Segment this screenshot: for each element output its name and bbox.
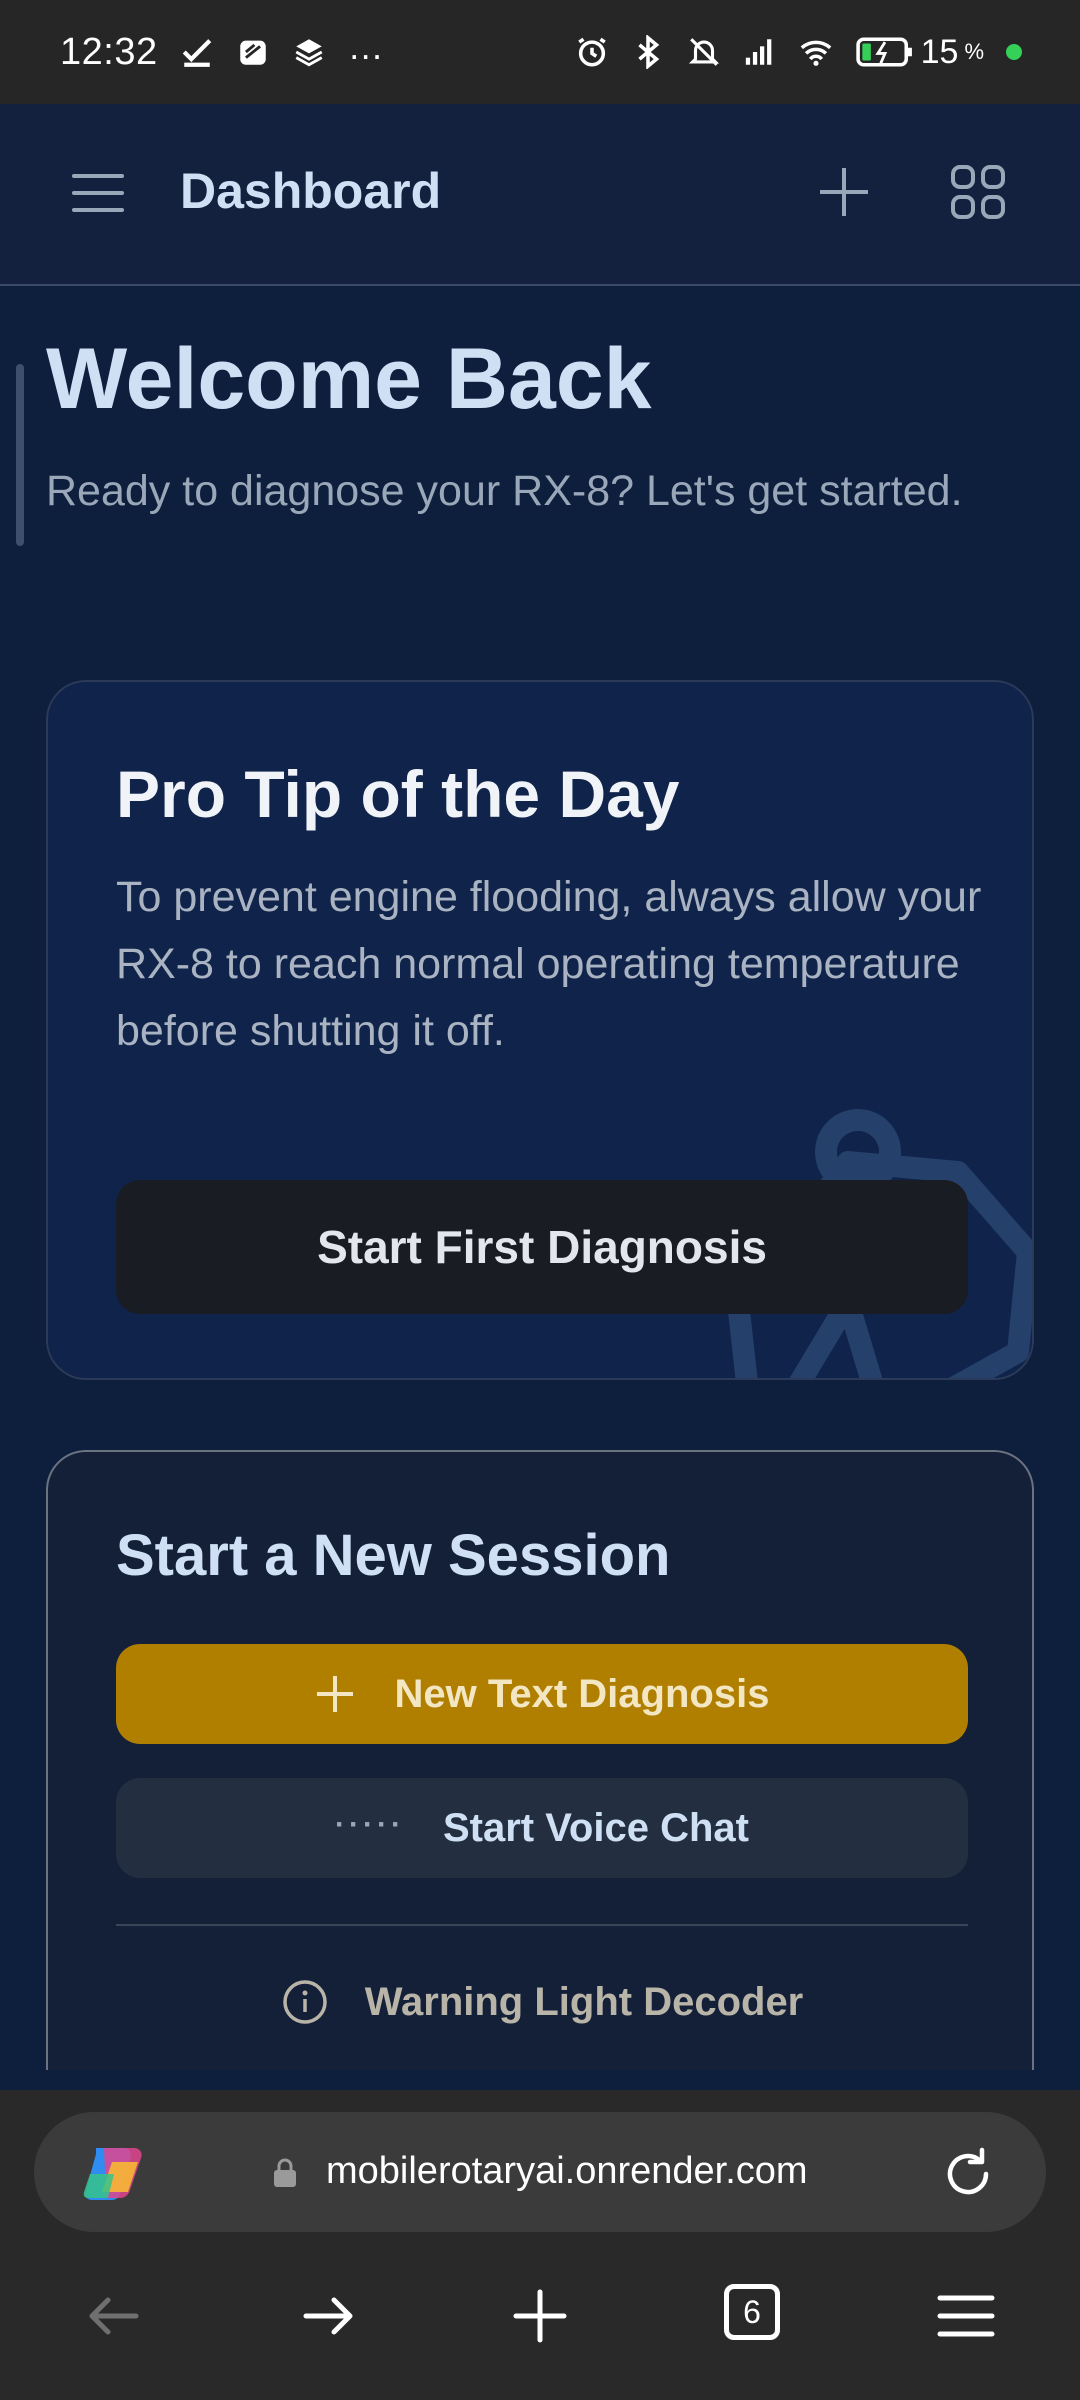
pro-tip-card: Pro Tip of the Day To prevent engine flo… [46, 680, 1034, 1380]
plus-icon [513, 2289, 567, 2343]
status-overflow: … [347, 26, 386, 67]
new-text-diagnosis-button[interactable]: New Text Diagnosis [116, 1644, 968, 1744]
session-title: Start a New Session [116, 1523, 671, 1588]
url-text[interactable]: mobilerotaryai.onrender.com [326, 2150, 808, 2193]
menu-icon [937, 2295, 995, 2337]
wifi-icon [799, 35, 833, 69]
battery-indicator: 15% [855, 33, 984, 72]
divider [116, 1924, 968, 1926]
arrow-left-icon [89, 2297, 139, 2335]
signal-icon [743, 35, 777, 69]
start-first-diagnosis-button[interactable]: Start First Diagnosis [116, 1180, 968, 1314]
forward-button[interactable] [296, 2284, 360, 2348]
new-tab-button[interactable] [508, 2284, 572, 2348]
status-bar-right: 15% [575, 33, 1022, 72]
battery-percent-sign: % [964, 39, 984, 64]
pro-tip-body: To prevent engine flooding, always allow… [116, 873, 982, 1055]
battery-percent: 15 [920, 32, 959, 71]
plus-icon [820, 168, 868, 216]
check-icon [180, 35, 214, 69]
status-time: 12:32 [60, 30, 158, 73]
start-voice-chat-label: Start Voice Chat [442, 1805, 749, 1850]
plus-icon [316, 1676, 353, 1712]
pro-tip-title: Pro Tip of the Day [116, 757, 680, 831]
menu-button[interactable] [72, 172, 128, 214]
mute-icon [687, 35, 721, 69]
battery-icon [855, 35, 915, 69]
page-title: Dashboard [180, 163, 442, 219]
welcome-title: Welcome Back [46, 331, 652, 427]
alarm-icon [575, 35, 609, 69]
status-bar: 12:32 … 15% [0, 0, 1080, 104]
browser-nav-row: 6 [0, 2258, 1080, 2378]
add-button[interactable] [818, 166, 870, 218]
warning-light-decoder-link[interactable]: Warning Light Decoder [116, 1962, 968, 2042]
status-bar-left: 12:32 … [60, 26, 386, 74]
back-button[interactable] [82, 2284, 146, 2348]
reload-icon[interactable] [938, 2144, 998, 2204]
warning-light-decoder-label: Warning Light Decoder [364, 1979, 804, 2024]
voice-waveform-icon: ····· [335, 1808, 405, 1841]
copilot-icon[interactable] [82, 2144, 146, 2202]
new-text-diagnosis-label: New Text Diagnosis [394, 1671, 770, 1716]
grid-icon [951, 165, 1005, 219]
tabs-button[interactable]: 6 [724, 2284, 780, 2340]
browser-menu-button[interactable] [934, 2284, 998, 2348]
apps-grid-button[interactable] [950, 164, 1006, 220]
address-bar[interactable]: mobilerotaryai.onrender.com [34, 2112, 1046, 2232]
info-icon [282, 1980, 327, 2024]
new-session-card: Start a New Session New Text Diagnosis ·… [46, 1450, 1034, 2070]
browser-toolbar: mobilerotaryai.onrender.com 6 [0, 2090, 1080, 2400]
menu-icon [72, 174, 124, 212]
welcome-subtitle: Ready to diagnose your RX-8? Let's get s… [46, 467, 963, 515]
package-icon [236, 35, 270, 69]
lock-icon [274, 2158, 296, 2187]
privacy-indicator-dot [1006, 44, 1022, 60]
layers-icon [292, 35, 326, 69]
bluetooth-icon [631, 34, 665, 70]
arrow-right-icon [303, 2297, 353, 2335]
scroll-indicator[interactable] [16, 364, 24, 546]
start-voice-chat-button[interactable]: ····· Start Voice Chat [116, 1778, 968, 1878]
app-header: Dashboard [0, 104, 1080, 286]
